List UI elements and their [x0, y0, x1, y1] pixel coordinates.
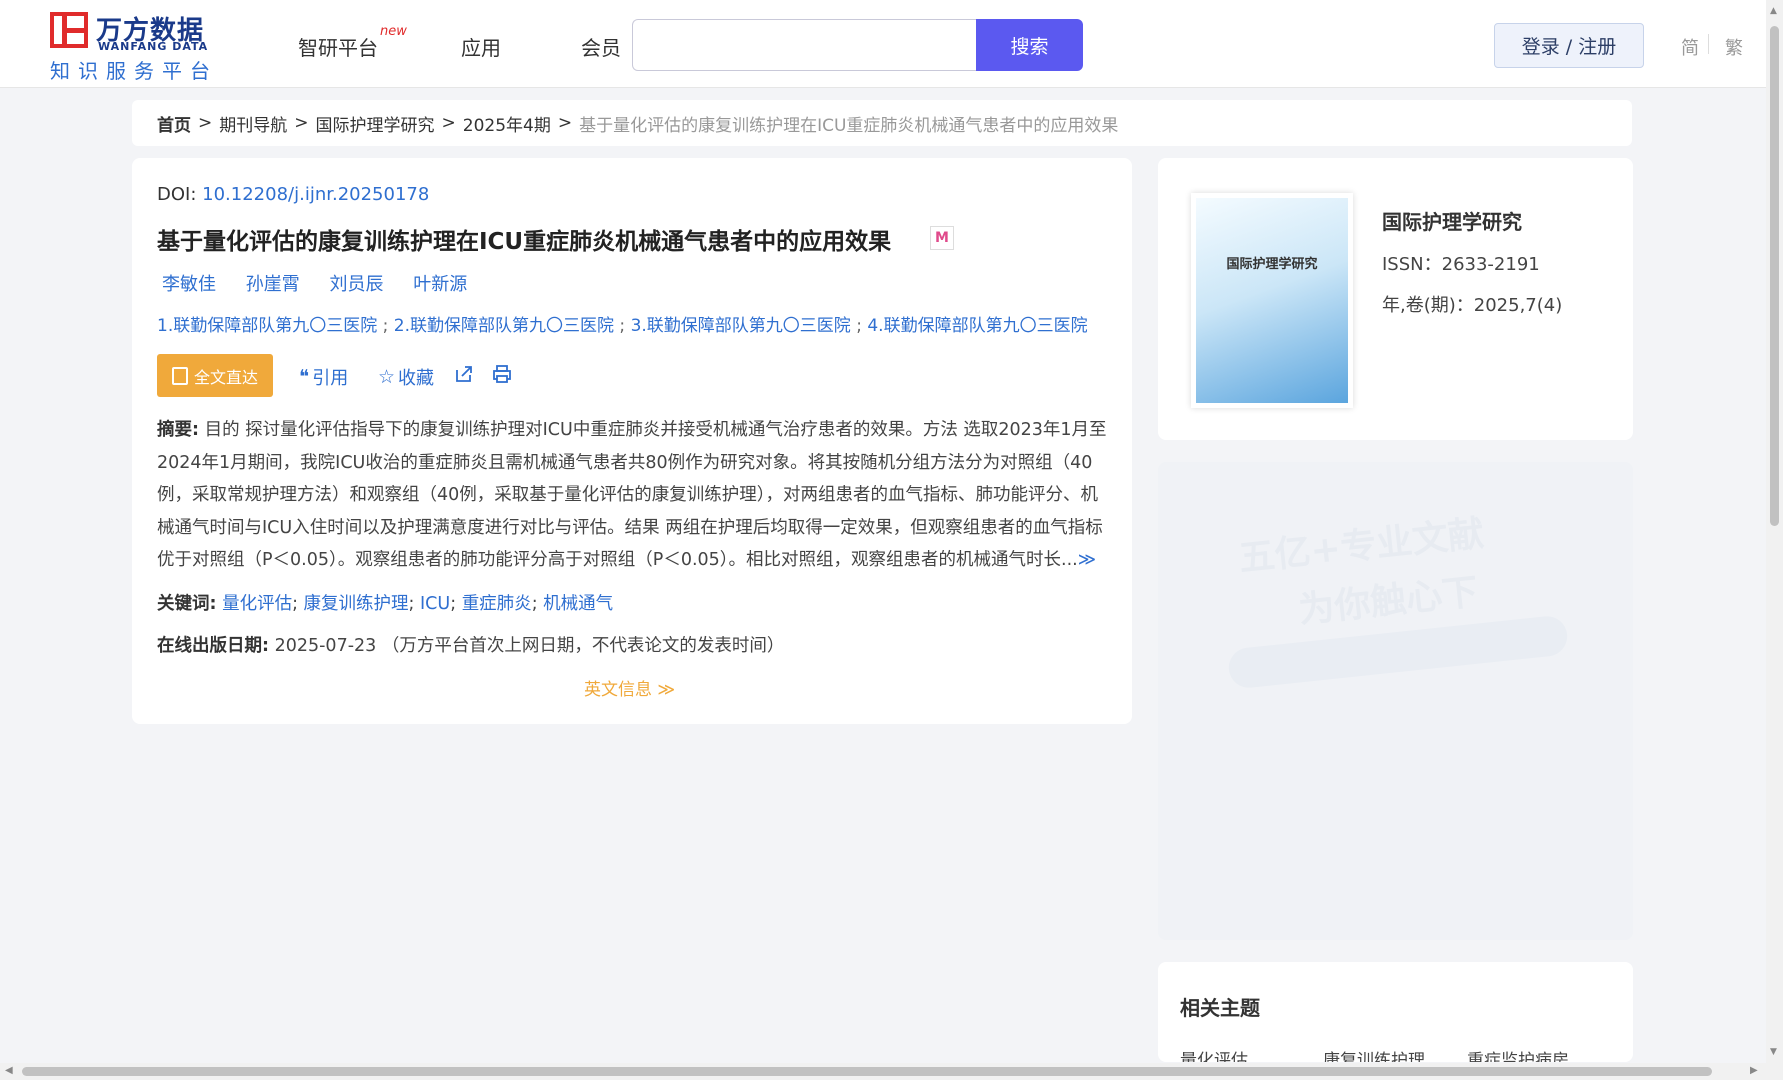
keywords-label: 关键词: — [157, 594, 217, 614]
publish-date: 在线出版日期: 2025-07-23 （万方平台首次上网日期，不代表论文的发表时… — [157, 632, 784, 657]
org-separator: ; — [377, 316, 394, 336]
breadcrumb-current: 基于量化评估的康复训练护理在ICU重症肺炎机械通气患者中的应用效果 — [579, 115, 1119, 136]
share-button[interactable] — [454, 364, 474, 384]
scroll-left-arrow-icon[interactable]: ◀ — [5, 1065, 13, 1076]
cover-title: 国际护理学研究 — [1226, 257, 1318, 272]
related-topic-link[interactable]: 量化评估 — [1180, 1046, 1248, 1062]
journal-cover-image[interactable]: 国际护理学研究 — [1191, 193, 1353, 408]
ad-subheadline: 为你触心下 — [1296, 571, 1481, 632]
abstract-label: 摘要: — [157, 420, 199, 440]
author-link[interactable]: 孙崖霄 — [246, 274, 300, 295]
keyword-link[interactable]: 机械通气 — [543, 594, 613, 614]
print-icon — [493, 365, 511, 383]
breadcrumb-separator: > — [294, 113, 309, 133]
english-info-toggle[interactable]: 英文信息 ≫ — [584, 675, 675, 700]
related-topics-card: 相关主题 量化评估 康复训练护理 重症监护病房 — [1158, 962, 1633, 1062]
organization-list: 1.联勤保障部队第九〇三医院 ; 2.联勤保障部队第九〇三医院 ; 3.联勤保障… — [157, 311, 1088, 336]
author-link[interactable]: 叶新源 — [413, 274, 467, 295]
related-topic-link[interactable]: 康复训练护理 — [1323, 1046, 1425, 1062]
scroll-right-arrow-icon[interactable]: ▶ — [1750, 1065, 1758, 1076]
org-separator: ; — [614, 316, 631, 336]
lang-traditional-toggle[interactable]: 繁 — [1725, 34, 1743, 60]
lang-divider — [1708, 34, 1709, 54]
new-badge: new — [380, 24, 407, 39]
horizontal-scroll-thumb[interactable] — [22, 1067, 1712, 1076]
fulltext-button[interactable]: 全文直达 — [157, 354, 273, 397]
cite-label: 引用 — [312, 368, 349, 389]
search-button[interactable]: 搜索 — [976, 19, 1083, 71]
organization-link[interactable]: 3.联勤保障部队第九〇三医院 — [631, 316, 851, 336]
expand-abstract-icon[interactable]: ≫ — [1078, 550, 1096, 570]
nav-apps[interactable]: 应用 — [461, 32, 501, 61]
publish-date-note: （万方平台首次上网日期，不代表论文的发表时间） — [381, 636, 785, 656]
logo-text-en: WANFANG DATA — [98, 40, 209, 53]
breadcrumb-separator: > — [441, 113, 456, 133]
share-icon — [456, 366, 472, 382]
abstract-text: 目的 探讨量化评估指导下的康复训练护理对ICU中重症肺炎并接受机械通气治疗患者的… — [157, 420, 1107, 570]
doi-label: DOI: — [157, 184, 197, 205]
scroll-down-arrow-icon[interactable]: ▼ — [1770, 1047, 1777, 1057]
keyword-link[interactable]: 重症肺炎 — [462, 594, 532, 614]
journal-issn: ISSN：2633-2191 — [1382, 254, 1540, 275]
vertical-scrollbar[interactable]: ▲ ▼ — [1766, 0, 1783, 1063]
article-card: DOI: 10.12208/j.ijnr.20250178 基于量化评估的康复训… — [132, 158, 1132, 724]
login-register-button[interactable]: 登录 / 注册 — [1494, 23, 1644, 68]
journal-volume: 年,卷(期)：2025,7(4) — [1382, 295, 1563, 316]
horizontal-scrollbar[interactable]: ◀ ▶ — [0, 1063, 1783, 1080]
nav-membership[interactable]: 会员 — [581, 32, 621, 61]
print-button[interactable] — [492, 364, 512, 384]
logo-subtitle: 知识服务平台 — [50, 59, 218, 83]
doi-link[interactable]: 10.12208/j.ijnr.20250178 — [202, 184, 429, 205]
search-input[interactable] — [632, 19, 977, 71]
breadcrumb-issue[interactable]: 2025年4期 — [463, 111, 551, 136]
breadcrumb-journal-nav[interactable]: 期刊导航 — [219, 111, 287, 136]
journal-card: 国际护理学研究 国际护理学研究 ISSN：2633-2191 年,卷(期)：20… — [1158, 158, 1633, 440]
wanfang-logo[interactable]: 万方数据 WANFANG DATA 知识服务平台 — [50, 10, 220, 83]
author-link[interactable]: 刘员辰 — [329, 274, 383, 295]
abstract: 摘要: 目的 探讨量化评估指导下的康复训练护理对ICU中重症肺炎并接受机械通气治… — [157, 414, 1112, 577]
related-topic-link[interactable]: 重症监护病房 — [1467, 1046, 1569, 1062]
lang-simplified-toggle[interactable]: 简 — [1681, 34, 1699, 60]
star-icon: ☆ — [378, 366, 396, 388]
advertisement-banner[interactable]: 五亿+专业文献 为你触心下 — [1158, 462, 1633, 940]
breadcrumb-separator: > — [198, 113, 213, 133]
cite-button[interactable]: ❝ 引用 — [299, 364, 348, 390]
organization-link[interactable]: 1.联勤保障部队第九〇三医院 — [157, 316, 377, 336]
publish-date-value: 2025-07-23 — [274, 636, 377, 656]
article-title: 基于量化评估的康复训练护理在ICU重症肺炎机械通气患者中的应用效果 — [157, 229, 892, 255]
publish-date-label: 在线出版日期: — [157, 636, 269, 656]
organization-link[interactable]: 4.联勤保障部队第九〇三医院 — [867, 316, 1087, 336]
breadcrumb-separator: > — [557, 113, 573, 133]
related-topics-title: 相关主题 — [1180, 996, 1260, 1020]
quote-icon: ❝ — [299, 366, 310, 388]
keyword-link[interactable]: 康复训练护理 — [304, 594, 409, 614]
doi-line: DOI: 10.12208/j.ijnr.20250178 — [157, 184, 429, 205]
top-header: 万方数据 WANFANG DATA 知识服务平台 智研平台 new 应用 会员 … — [0, 0, 1766, 88]
organization-link[interactable]: 2.联勤保障部队第九〇三医院 — [394, 316, 614, 336]
free-document-icon — [171, 366, 188, 385]
nav-zhiyan-platform[interactable]: 智研平台 — [298, 32, 378, 61]
ad-tag-bar — [1226, 614, 1570, 690]
fulltext-label: 全文直达 — [193, 367, 258, 387]
wanfang-logo-icon — [50, 12, 88, 48]
favorite-label: 收藏 — [398, 368, 435, 389]
mendeley-icon[interactable]: M — [930, 226, 954, 250]
breadcrumb-home[interactable]: 首页 — [157, 111, 191, 136]
scroll-up-arrow-icon[interactable]: ▲ — [1770, 6, 1777, 16]
author-list: 李敏佳 孙崖霄 刘员辰 叶新源 — [162, 270, 491, 296]
vertical-scroll-thumb[interactable] — [1770, 26, 1779, 526]
journal-name[interactable]: 国际护理学研究 — [1382, 206, 1522, 235]
author-link[interactable]: 李敏佳 — [162, 274, 216, 295]
keyword-link[interactable]: ICU — [420, 594, 450, 614]
org-separator: ; — [850, 316, 868, 336]
keyword-link[interactable]: 量化评估 — [222, 594, 292, 614]
breadcrumb: 首页 > 期刊导航 > 国际护理学研究 > 2025年4期 > 基于量化评估的康… — [132, 100, 1632, 146]
keywords: 关键词: 量化评估; 康复训练护理; ICU; 重症肺炎; 机械通气 — [157, 594, 614, 614]
favorite-button[interactable]: ☆ 收藏 — [378, 364, 434, 390]
breadcrumb-journal[interactable]: 国际护理学研究 — [316, 111, 435, 136]
